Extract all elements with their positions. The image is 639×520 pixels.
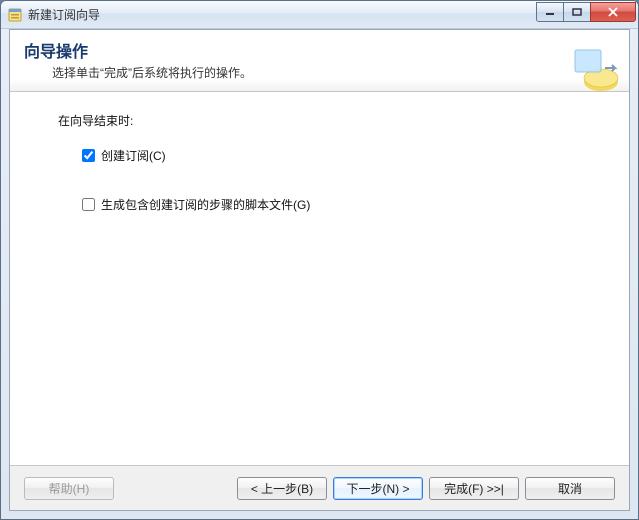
window-controls <box>536 2 636 22</box>
content-area: 在向导结束时: 创建订阅(C) 生成包含创建订阅的步骤的脚本文件(G) <box>10 92 629 465</box>
checkbox-generate-script[interactable] <box>82 198 95 211</box>
header-icon <box>569 46 621 94</box>
page-subtitle: 选择单击“完成”后系统将执行的操作。 <box>52 64 615 81</box>
wizard-footer: 帮助(H) < 上一步(B) 下一步(N) > 完成(F) >>| 取消 <box>10 466 629 510</box>
next-button[interactable]: 下一步(N) > <box>333 477 423 500</box>
window-title: 新建订阅向导 <box>28 6 100 23</box>
window-frame: 新建订阅向导 向导操作 选择单击“完成”后系统将执行的操作。 <box>0 0 639 520</box>
lead-text: 在向导结束时: <box>58 112 599 129</box>
option-create-subscription: 创建订阅(C) <box>82 147 599 164</box>
checkbox-create-subscription[interactable] <box>82 149 95 162</box>
client-area: 向导操作 选择单击“完成”后系统将执行的操作。 在向导结束时: 创建订阅(C) <box>9 29 630 511</box>
back-button[interactable]: < 上一步(B) <box>237 477 327 500</box>
finish-button[interactable]: 完成(F) >>| <box>429 477 519 500</box>
option-generate-script: 生成包含创建订阅的步骤的脚本文件(G) <box>82 196 599 213</box>
help-button[interactable]: 帮助(H) <box>24 477 114 500</box>
checkbox-label: 生成包含创建订阅的步骤的脚本文件(G) <box>101 196 310 213</box>
page-title: 向导操作 <box>24 38 615 62</box>
close-button[interactable] <box>590 2 636 22</box>
app-icon <box>7 7 23 23</box>
maximize-button[interactable] <box>563 2 591 22</box>
cancel-button[interactable]: 取消 <box>525 477 615 500</box>
titlebar[interactable]: 新建订阅向导 <box>1 1 638 29</box>
minimize-button[interactable] <box>536 2 564 22</box>
checkbox-label: 创建订阅(C) <box>101 147 166 164</box>
wizard-header: 向导操作 选择单击“完成”后系统将执行的操作。 <box>10 30 629 92</box>
